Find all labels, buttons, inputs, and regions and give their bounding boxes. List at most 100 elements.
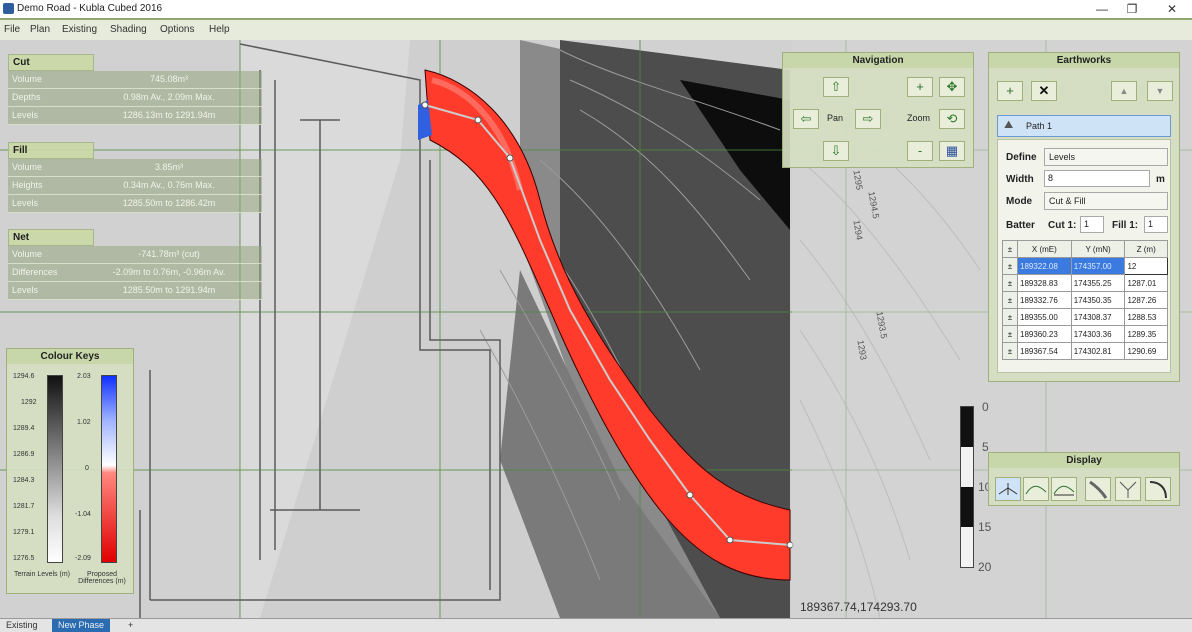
status-bar: Existing New Phase + <box>0 618 1192 632</box>
zoom-extents-button[interactable]: ✥ <box>939 77 965 97</box>
x-cell[interactable]: 189328.83 <box>1017 274 1072 292</box>
rotate-button[interactable]: ⟲ <box>939 109 965 129</box>
tab-new-phase[interactable]: New Phase <box>52 619 111 632</box>
row-toggle[interactable]: ± <box>1002 257 1018 275</box>
terrain-key-label: Terrain Levels (m) <box>13 571 70 578</box>
y-cell[interactable]: 174350.35 <box>1070 291 1126 309</box>
stat-row: Levels 1285.50m to 1286.42m <box>8 195 262 213</box>
earthworks-title: Earthworks <box>989 53 1179 68</box>
restore-button[interactable]: ❐ <box>1114 0 1150 18</box>
row-toggle[interactable]: ± <box>1002 274 1018 292</box>
terrain-tick: 1279.1 <box>13 529 35 536</box>
stat-row: Volume -741.78m³ (cut) <box>8 246 262 264</box>
z-cell[interactable]: 1289.35 <box>1124 325 1168 343</box>
stat-label: Volume <box>12 74 43 84</box>
y-cell[interactable]: 174357.00 <box>1070 257 1126 275</box>
y-cell[interactable]: 174302.81 <box>1070 342 1126 360</box>
difference-tick: -2.09 <box>75 555 91 562</box>
table-row[interactable]: ± 189322.08 174357.00 12 <box>1002 257 1168 275</box>
table-row[interactable]: ± 189328.83 174355.25 1287.01 <box>1002 274 1168 292</box>
z-cell[interactable]: 1287.01 <box>1124 274 1168 292</box>
table-row[interactable]: ± 189332.76 174350.35 1287.26 <box>1002 291 1168 309</box>
net-section-title: Net <box>8 229 94 246</box>
z-cell[interactable]: 1288.53 <box>1124 308 1168 326</box>
move-down-button[interactable]: ▼ <box>1147 81 1173 101</box>
vertex-table[interactable]: ± X (mE) Y (mN) Z (m) ± 189322.08 174357… <box>1002 240 1168 360</box>
table-row[interactable]: ± 189367.54 174302.81 1290.69 <box>1002 342 1168 360</box>
stat-label: Volume <box>12 249 43 259</box>
terrain-tick: 1276.5 <box>13 555 35 562</box>
y-cell[interactable]: 174355.25 <box>1070 274 1126 292</box>
row-toggle[interactable]: ± <box>1002 325 1018 343</box>
curve-icon[interactable] <box>1145 477 1171 501</box>
y-cell[interactable]: 174308.37 <box>1070 308 1126 326</box>
pan-down-button[interactable]: ⇩ <box>823 141 849 161</box>
column-header: Z (m) <box>1124 240 1168 258</box>
profile-icon[interactable] <box>1051 477 1077 501</box>
z-cell[interactable]: 1290.69 <box>1124 342 1168 360</box>
x-cell[interactable]: 189355.00 <box>1017 308 1072 326</box>
x-cell[interactable]: 189367.54 <box>1017 342 1072 360</box>
add-tab-button[interactable]: + <box>122 619 139 632</box>
stat-value: -2.09m to 0.76m, -0.96m Av. <box>112 267 226 277</box>
row-toggle[interactable]: ± <box>1002 291 1018 309</box>
app-icon <box>3 3 14 14</box>
difference-tick: -1.04 <box>75 511 91 518</box>
delete-path-button[interactable]: ✕ <box>1031 81 1057 101</box>
terrain-gradient <box>47 375 63 563</box>
menu-file[interactable]: File <box>4 24 20 35</box>
terrain-tick: 1294.6 <box>13 373 35 380</box>
table-row[interactable]: ± 189355.00 174308.37 1288.53 <box>1002 308 1168 326</box>
x-cell[interactable]: 189332.76 <box>1017 291 1072 309</box>
z-cell[interactable]: 1287.26 <box>1124 291 1168 309</box>
menu-bar: File Plan Existing Shading Options Help <box>0 18 1192 40</box>
path-list-item[interactable]: ⛰ Path 1 <box>997 115 1171 137</box>
move-up-button[interactable]: ▲ <box>1111 81 1137 101</box>
menu-help[interactable]: Help <box>209 24 230 35</box>
pan-left-button[interactable]: ⇦ <box>793 109 819 129</box>
menu-shading[interactable]: Shading <box>110 24 147 35</box>
table-header-row: ± X (mE) Y (mN) Z (m) <box>1002 240 1168 258</box>
row-toggle[interactable]: ± <box>1002 342 1018 360</box>
row-toggle[interactable]: ± <box>1002 308 1018 326</box>
zoom-out-button[interactable]: - <box>907 141 933 161</box>
table-row[interactable]: ± 189360.23 174303.36 1289.35 <box>1002 325 1168 343</box>
scale-tick: 20 <box>978 560 992 574</box>
define-label: Define <box>1006 152 1037 163</box>
z-cell[interactable]: 12 <box>1124 257 1168 275</box>
stat-row: Depths 0.98m Av., 2.09m Max. <box>8 89 262 107</box>
path-icon: ⛰ <box>1004 119 1014 131</box>
shading-icon[interactable] <box>1085 477 1111 501</box>
menu-existing[interactable]: Existing <box>62 24 97 35</box>
path-name: Path 1 <box>1026 121 1053 131</box>
map-canvas[interactable]: 1295 1294.5 1294 1293.5 1293 0 5 10 15 2… <box>0 40 1192 618</box>
close-button[interactable]: ✕ <box>1154 0 1190 18</box>
menu-plan[interactable]: Plan <box>30 24 50 35</box>
x-cell[interactable]: 189322.08 <box>1017 257 1072 275</box>
width-input[interactable]: 8 <box>1044 170 1150 187</box>
y-cell[interactable]: 174303.36 <box>1070 325 1126 343</box>
fill-ratio-input[interactable]: 1 <box>1144 216 1168 233</box>
grid-button[interactable]: ▦ <box>939 141 965 161</box>
cross-section-icon[interactable] <box>1023 477 1049 501</box>
path-properties: Define Levels Width 8 m Mode Cut & Fill … <box>997 139 1171 373</box>
scale-tick: 0 <box>982 400 989 414</box>
pan-right-button[interactable]: ⇨ <box>855 109 881 129</box>
tab-existing[interactable]: Existing <box>0 619 44 632</box>
mode-select[interactable]: Cut & Fill <box>1044 192 1168 210</box>
stat-value: 745.08m³ <box>149 74 189 84</box>
cut-stats: Volume 745.08m³ Depths 0.98m Av., 2.09m Ma… <box>8 71 262 125</box>
contour-view-icon[interactable] <box>995 477 1021 501</box>
zoom-in-button[interactable]: + <box>907 77 933 97</box>
split-icon[interactable] <box>1115 477 1141 501</box>
x-cell[interactable]: 189360.23 <box>1017 325 1072 343</box>
pan-up-button[interactable]: ⇧ <box>823 77 849 97</box>
terrain-tick: 1284.3 <box>13 477 35 484</box>
window-title: Demo Road - Kubla Cubed 2016 <box>17 3 163 14</box>
menu-options[interactable]: Options <box>160 24 194 35</box>
stat-label: Levels <box>12 198 39 208</box>
cut-ratio-input[interactable]: 1 <box>1080 216 1104 233</box>
add-path-button[interactable]: + <box>997 81 1023 101</box>
stat-value: 1285.50m to 1286.42m <box>122 198 216 208</box>
define-select[interactable]: Levels <box>1044 148 1168 166</box>
